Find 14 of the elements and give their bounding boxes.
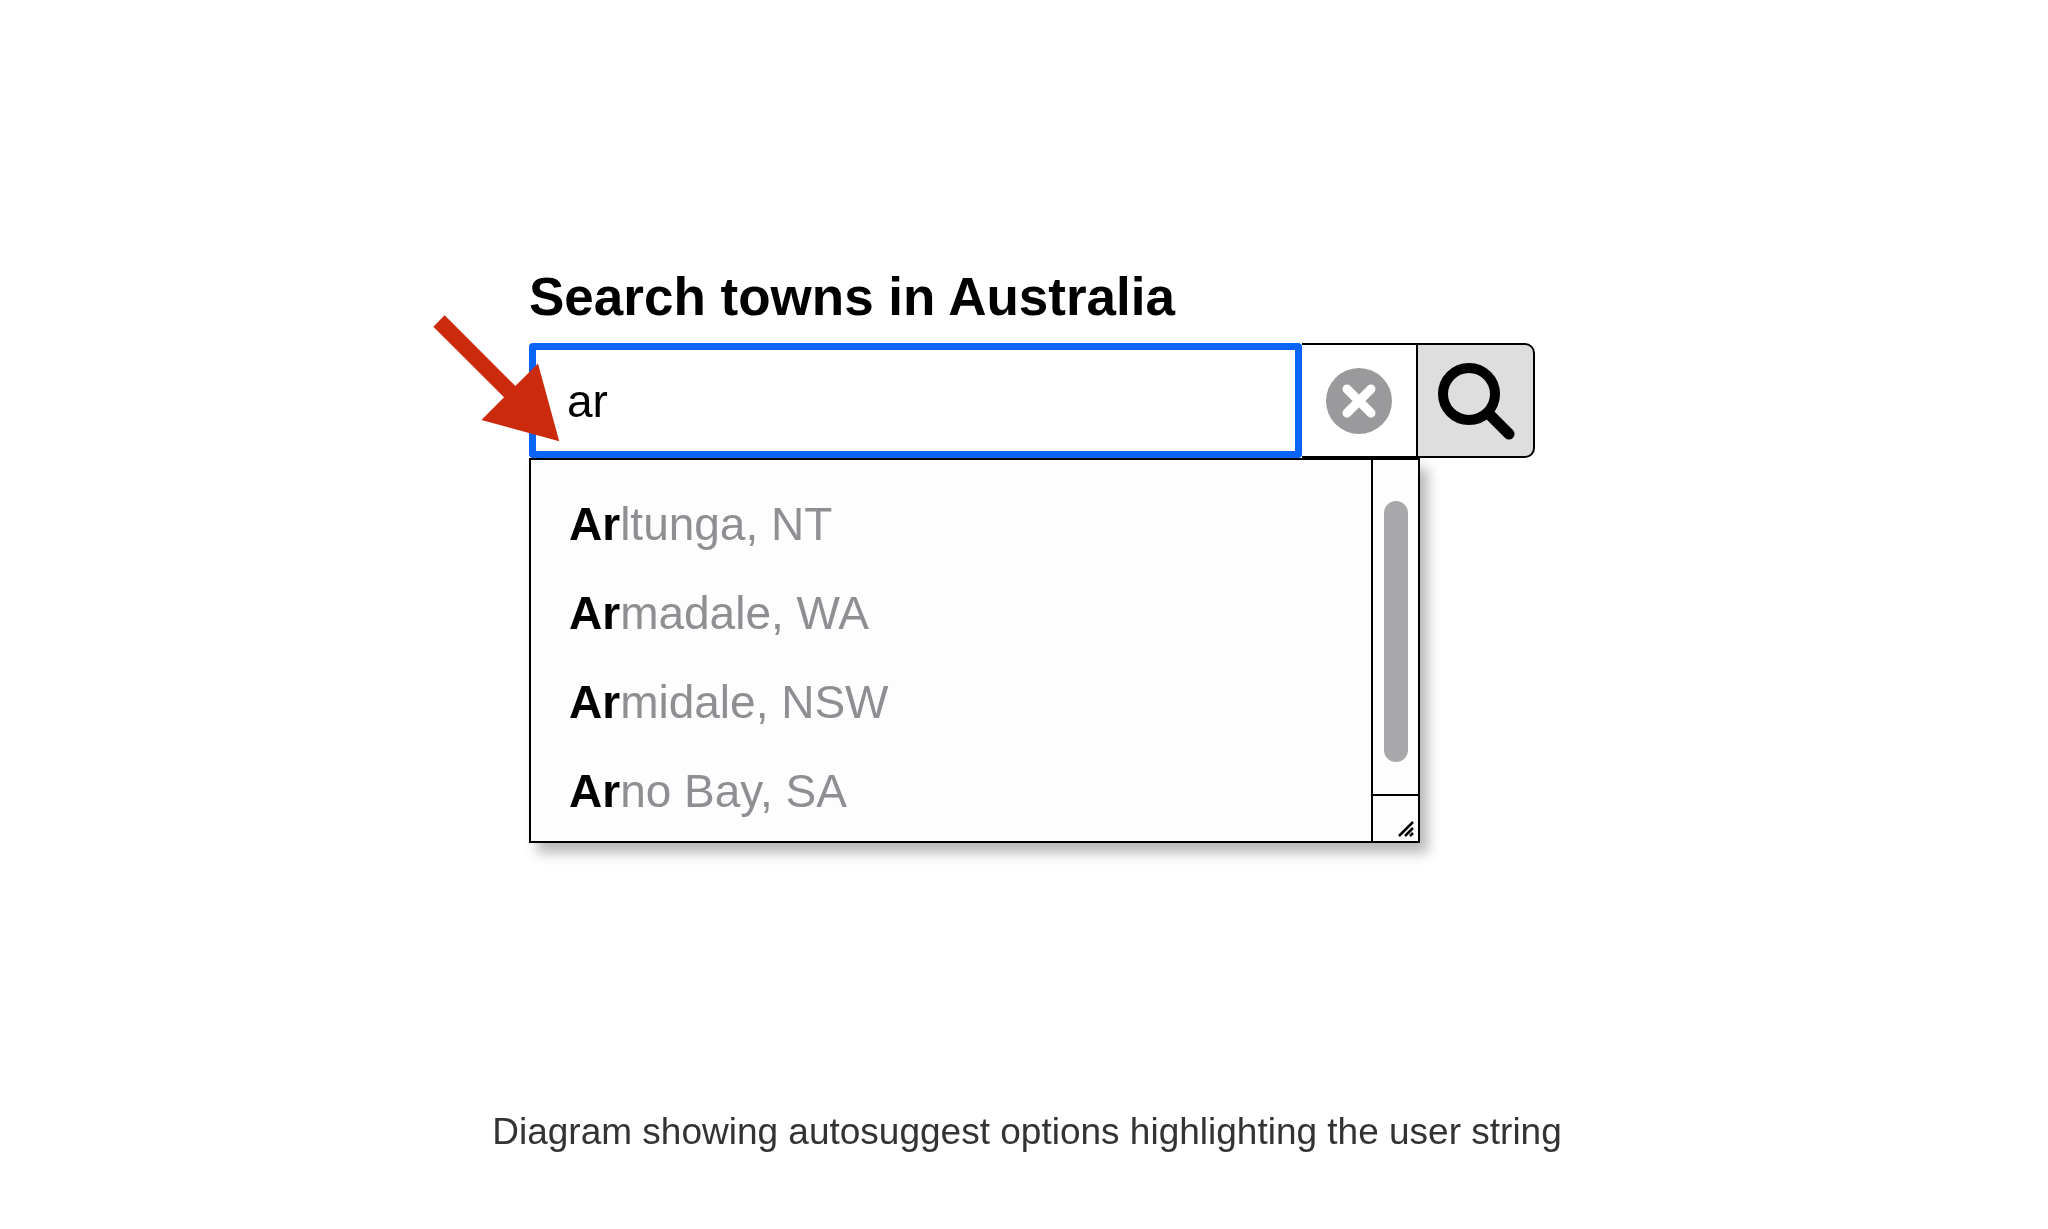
suggestion-item[interactable]: Armadale, WA <box>569 569 869 658</box>
arrow-icon <box>433 315 560 442</box>
suggestion-item[interactable]: Armidale, NSW <box>569 658 889 747</box>
scrollbar-thumb[interactable] <box>1383 501 1408 762</box>
search-button[interactable] <box>1418 343 1535 458</box>
suggestion-item[interactable]: Arltunga, NT <box>569 480 833 569</box>
close-icon <box>1326 367 1392 434</box>
search-field[interactable]: ar <box>529 343 1302 458</box>
clear-button[interactable] <box>1302 343 1418 458</box>
resize-grip-icon[interactable] <box>1398 821 1414 837</box>
search-icon <box>1436 361 1515 440</box>
heading: Search towns in Australia <box>529 270 1175 323</box>
suggestion-item[interactable]: Arno Bay, SA <box>569 747 847 836</box>
caption: Diagram showing autosuggest options highlighting the user string <box>492 1110 1562 1154</box>
